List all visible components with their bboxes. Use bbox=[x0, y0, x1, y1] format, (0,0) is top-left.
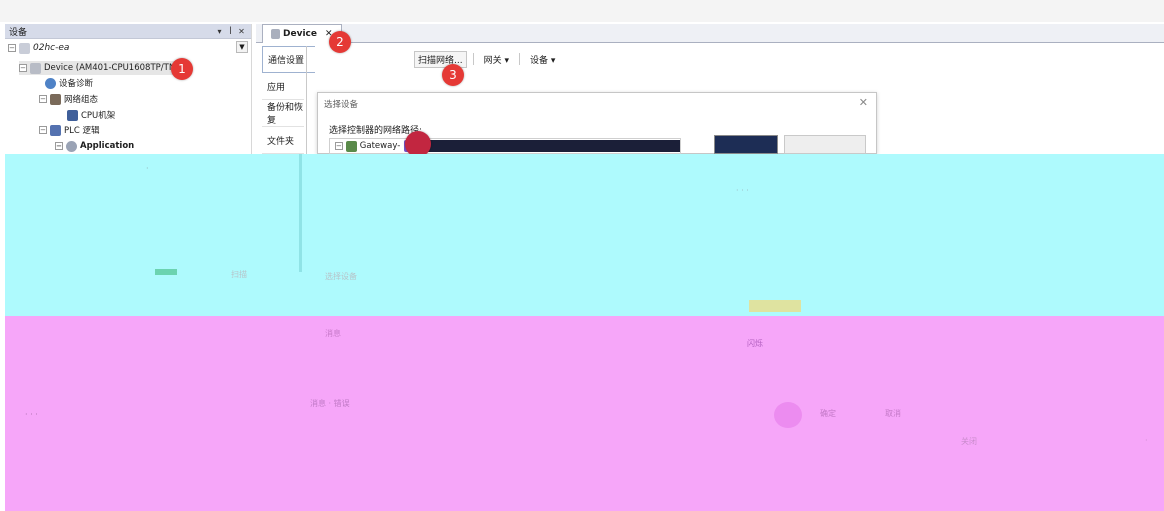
communication-toolbar: 扫描网络... 网关 ▾ 设备 ▾ bbox=[414, 50, 559, 68]
glitch-bar bbox=[423, 140, 680, 152]
collapse-toggle[interactable]: − bbox=[335, 142, 343, 150]
gateway-menu-button[interactable]: 网关 ▾ bbox=[480, 51, 513, 68]
artifact-line bbox=[299, 154, 302, 272]
tree-item-label: 网络组态 bbox=[64, 95, 99, 105]
dock-icon[interactable]: ꟾ bbox=[225, 27, 236, 36]
artifact-text: · bbox=[1145, 436, 1148, 445]
tree-item-label: CPU机架 bbox=[81, 111, 116, 121]
nav-divider bbox=[306, 46, 307, 154]
select-device-dialog: 选择设备 ✕ 选择控制器的网络路径: − Gateway- bbox=[317, 92, 877, 154]
tree-item-diagnostics[interactable]: 设备诊断 bbox=[45, 76, 93, 90]
corrupted-region-upper: · 扫描 选择设备 · · · bbox=[5, 154, 1164, 316]
callout-badge-1: 1 bbox=[171, 58, 193, 80]
application-icon bbox=[66, 140, 77, 152]
nav-item-folder[interactable]: 文件夹 bbox=[262, 127, 304, 154]
device-editor-nav: 通信设置 应用 备份和恢复 文件夹 bbox=[262, 46, 315, 154]
artifact-circle bbox=[774, 402, 802, 428]
artifact-mark bbox=[155, 269, 177, 275]
artifact-text: 闪烁 bbox=[747, 339, 763, 348]
devices-panel-header: 设备 ▾ ꟾ ✕ bbox=[5, 24, 251, 39]
corrupted-region-lower: 消息 闪烁 · · · 消息 · 错误 确定 取消 关闭 · bbox=[5, 316, 1164, 511]
artifact-text: 消息 · 错误 bbox=[310, 399, 350, 408]
collapse-toggle[interactable]: − bbox=[8, 44, 16, 52]
callout-badge-2: 2 bbox=[329, 31, 351, 53]
tree-item-device[interactable]: − Device (AM401-CPU1608TP/TN) bbox=[19, 61, 187, 75]
dialog-secondary-button[interactable] bbox=[784, 135, 866, 154]
chevron-down-icon[interactable]: ▼ bbox=[236, 41, 248, 53]
toolbar-divider bbox=[472, 53, 474, 65]
gateway-icon bbox=[345, 140, 357, 152]
tree-item-cpu-rack[interactable]: CPU机架 bbox=[67, 108, 115, 122]
plc-logic-icon bbox=[50, 124, 61, 136]
artifact-text: 关闭 bbox=[961, 437, 977, 446]
artifact-mark bbox=[749, 300, 801, 312]
project-icon bbox=[19, 42, 30, 54]
artifact-text: 选择设备 bbox=[325, 272, 357, 281]
nav-item-communication[interactable]: 通信设置 bbox=[262, 46, 315, 73]
tree-item-label: PLC 逻辑 bbox=[64, 126, 100, 136]
toolbar-divider bbox=[518, 53, 520, 65]
collapse-toggle[interactable]: − bbox=[39, 95, 47, 103]
tree-item-network-config[interactable]: − 网络组态 bbox=[39, 92, 98, 106]
dialog-action-button[interactable] bbox=[714, 135, 778, 154]
magnifier-icon bbox=[45, 77, 56, 89]
tree-item-plc-logic[interactable]: − PLC 逻辑 bbox=[39, 123, 100, 137]
tree-item-label: 设备诊断 bbox=[59, 79, 94, 89]
nav-item-application[interactable]: 应用 bbox=[262, 73, 304, 100]
top-strip bbox=[0, 0, 1164, 22]
devices-panel-title: 设备 bbox=[9, 27, 28, 38]
device-icon bbox=[271, 29, 280, 39]
artifact-text: 消息 bbox=[325, 329, 341, 338]
tree-item-label: Device (AM401-CPU1608TP/TN) bbox=[44, 63, 179, 73]
artifact-text: · · · bbox=[736, 186, 749, 195]
collapse-toggle[interactable]: − bbox=[39, 126, 47, 134]
artifact-text: · bbox=[146, 164, 149, 173]
devices-panel: 设备 ▾ ꟾ ✕ − 02hc-ea ▼ − Device (AM401-CPU… bbox=[5, 24, 252, 154]
artifact-text: 确定 bbox=[820, 409, 836, 418]
pin-icon[interactable]: ▾ bbox=[214, 27, 225, 36]
device-icon bbox=[30, 62, 41, 74]
network-tools-icon bbox=[50, 93, 61, 105]
network-path-tree[interactable]: − Gateway- bbox=[329, 138, 681, 154]
device-menu-button[interactable]: 设备 ▾ bbox=[526, 51, 559, 68]
rack-icon bbox=[67, 109, 78, 121]
close-icon[interactable]: ✕ bbox=[859, 96, 868, 109]
dialog-title: 选择设备 bbox=[324, 100, 359, 110]
collapse-toggle[interactable]: − bbox=[19, 64, 27, 72]
collapse-toggle[interactable]: − bbox=[55, 142, 63, 150]
tree-item-application[interactable]: − Application bbox=[55, 139, 134, 153]
gateway-node-label: Gateway- bbox=[359, 141, 401, 151]
project-name: 02hc-ea bbox=[33, 43, 70, 53]
editor-tab-bar: Device ✕ bbox=[256, 24, 1164, 43]
artifact-text: · · · bbox=[25, 410, 38, 419]
callout-badge-3: 3 bbox=[442, 64, 464, 86]
close-icon[interactable]: ✕ bbox=[236, 27, 247, 36]
tab-label: Device bbox=[283, 29, 317, 39]
tree-item-label: Application bbox=[80, 141, 135, 151]
nav-item-backup-restore[interactable]: 备份和恢复 bbox=[262, 100, 304, 127]
artifact-text: 扫描 bbox=[231, 270, 247, 279]
project-selector[interactable]: − 02hc-ea ▼ bbox=[8, 41, 248, 55]
artifact-text: 取消 bbox=[885, 409, 901, 418]
